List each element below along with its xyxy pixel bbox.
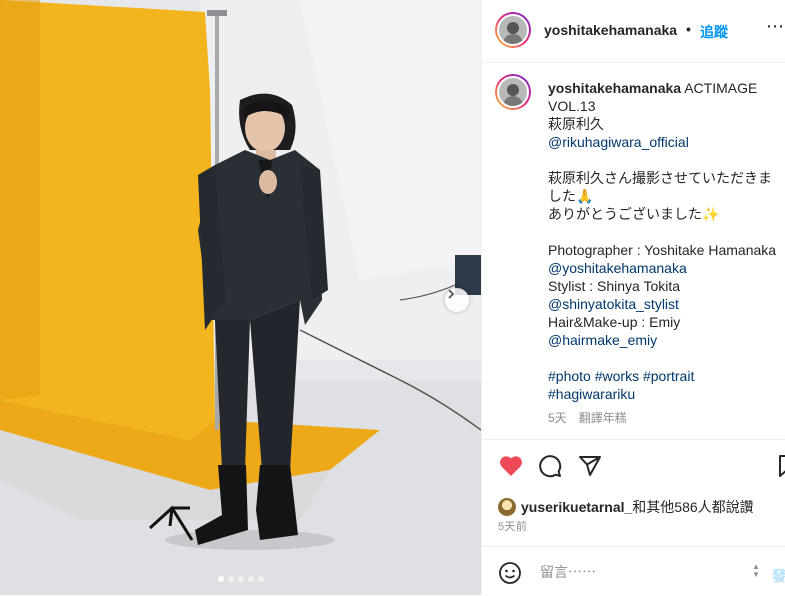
carousel-dot <box>227 576 234 582</box>
action-bar <box>482 440 785 492</box>
share-icon <box>579 456 601 476</box>
like-button[interactable] <box>498 454 524 483</box>
save-button[interactable] <box>778 454 785 483</box>
post-caption: yoshitakehamanaka ACTIMAGE VOL.13 萩原利久 @… <box>482 62 785 440</box>
comment-input[interactable] <box>538 561 742 583</box>
likes-count-text[interactable]: 和其他586人都說讚 <box>632 497 753 517</box>
comment-composer: ▲▼ 發 <box>482 546 785 596</box>
credit-line: Photographer : Yoshitake Hamanaka <box>548 242 780 258</box>
caption-line: 萩原利久 <box>548 116 604 132</box>
chevron-right-icon <box>448 289 455 299</box>
hashtag-link[interactable]: #hagiwarariku <box>548 386 635 402</box>
follow-button[interactable]: 追蹤 <box>700 22 728 42</box>
carousel-dot <box>237 576 244 582</box>
hashtag-link[interactable]: #portrait <box>643 368 694 384</box>
liker-username[interactable]: yuserikuetarnal_ <box>521 499 632 515</box>
hashtag-link[interactable]: #works <box>595 368 639 384</box>
mention-link[interactable]: @rikuhagiwara_official <box>548 134 689 150</box>
caption-meta: 5天 翻譯年糕 <box>548 409 627 426</box>
photo-illustration <box>0 0 481 595</box>
caption-line: ありがとうございました✨ <box>548 206 720 222</box>
caption-age: 5天 <box>548 411 567 425</box>
comment-button[interactable] <box>538 454 562 483</box>
avatar[interactable] <box>495 12 531 48</box>
post-timestamp[interactable]: 5天前 <box>498 518 527 534</box>
heart-icon <box>500 456 522 476</box>
carousel-dot <box>217 576 224 582</box>
caption-avatar[interactable] <box>495 74 531 110</box>
carousel-dot <box>247 576 254 582</box>
save-icon <box>779 455 785 477</box>
carousel-next-button[interactable] <box>445 288 469 312</box>
carousel-dot <box>257 576 264 582</box>
share-button[interactable] <box>578 454 602 483</box>
caption-username[interactable]: yoshitakehamanaka <box>548 80 681 96</box>
credit-line: Hair&Make-up : Emiy <box>548 314 681 330</box>
caption-line: 萩原利久さん撮影させていただきました🙏 <box>548 170 772 204</box>
mention-link[interactable]: @shinyatokita_stylist <box>548 296 679 312</box>
more-options-button[interactable]: ⋯ <box>766 16 785 37</box>
credit-line: Stylist : Shinya Tokita <box>548 278 681 294</box>
mention-link[interactable]: @hairmake_emiy <box>548 332 657 348</box>
post-photo[interactable] <box>0 0 481 595</box>
emoji-button[interactable] <box>498 561 522 590</box>
input-resize-handle[interactable]: ▲ ▼ <box>752 563 762 579</box>
post-sidebar: yoshitakehamanaka • 追蹤 ⋯ yoshitakehamana… <box>481 0 785 595</box>
header-separator: • <box>686 21 691 37</box>
see-translation-link[interactable]: 翻譯年糕 <box>579 411 627 425</box>
caption-text: yoshitakehamanaka ACTIMAGE VOL.13 萩原利久 @… <box>548 79 780 403</box>
carousel-indicator <box>0 576 481 582</box>
author-username[interactable]: yoshitakehamanaka <box>544 22 677 38</box>
mention-link[interactable]: @yoshitakehamanaka <box>548 260 687 276</box>
hashtag-link[interactable]: #photo <box>548 368 591 384</box>
comment-icon <box>539 455 562 478</box>
liker-avatar <box>498 498 516 516</box>
emoji-icon <box>499 562 521 584</box>
post-comment-button[interactable]: 發 <box>772 566 785 586</box>
likes-summary[interactable]: yuserikuetarnal_ 和其他586人都說讚 <box>498 497 754 517</box>
instagram-post-view: yoshitakehamanaka • 追蹤 ⋯ yoshitakehamana… <box>0 0 785 595</box>
post-header: yoshitakehamanaka • 追蹤 ⋯ <box>482 0 785 63</box>
